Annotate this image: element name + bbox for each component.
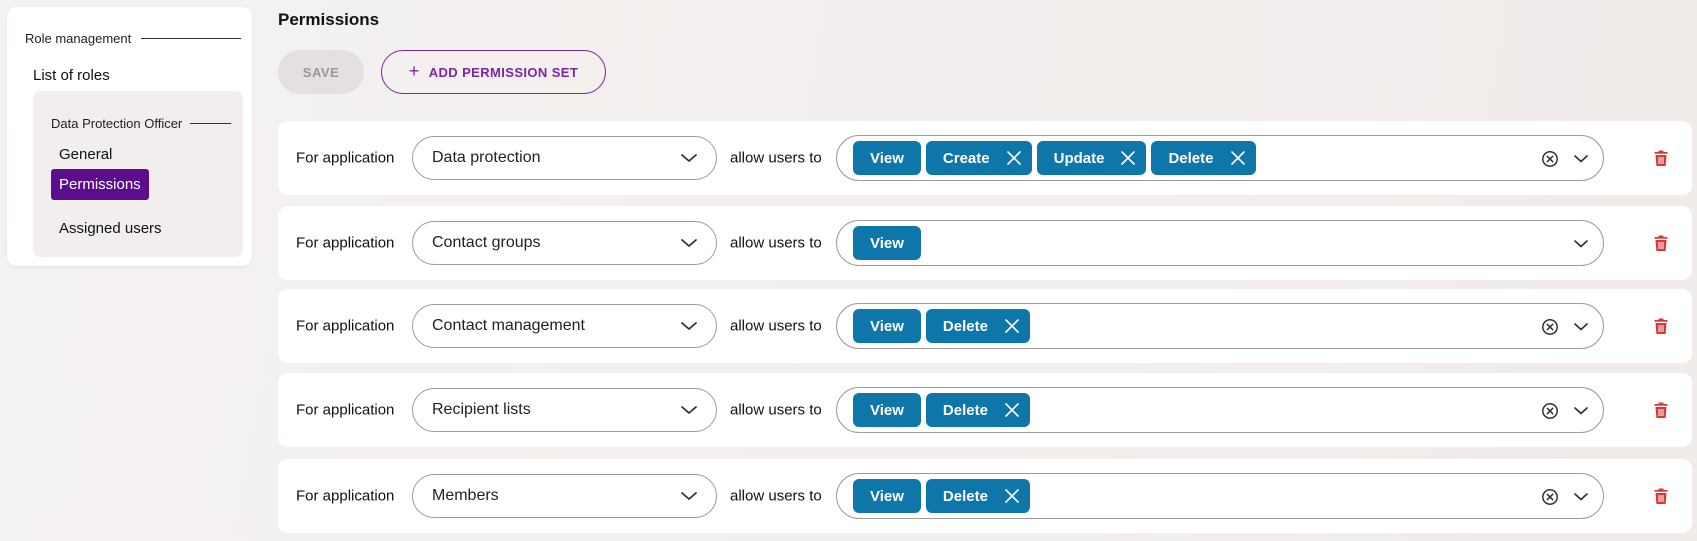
permission-chip-label: View — [870, 234, 904, 252]
trash-icon[interactable] — [1653, 401, 1669, 419]
divider — [190, 123, 231, 124]
trash-icon[interactable] — [1653, 487, 1669, 505]
permission-chip[interactable]: Create — [925, 141, 1032, 175]
permission-chip[interactable]: Delete — [1151, 141, 1256, 175]
sidebar-item-general[interactable]: General — [51, 139, 120, 170]
chevron-down-icon[interactable] — [1573, 404, 1589, 422]
permission-row: For application Contact groups allow use… — [278, 206, 1692, 280]
sidebar-item-list-of-roles[interactable]: List of roles — [33, 67, 110, 84]
permission-chip[interactable]: View — [853, 141, 921, 175]
permissions-multiselect[interactable]: View — [836, 220, 1604, 266]
permission-chip-label: Create — [942, 149, 990, 167]
for-application-label: For application — [296, 234, 395, 252]
permission-chip[interactable]: View — [853, 226, 921, 260]
role-title-header: Data Protection Officer — [51, 116, 231, 131]
permissions-multiselect[interactable]: View Create Update Delete — [836, 135, 1604, 181]
allow-users-label: allow users to — [730, 149, 822, 167]
application-select-value: Data protection — [432, 149, 541, 166]
remove-chip-icon[interactable] — [1006, 150, 1022, 166]
permission-chip[interactable]: Update — [1036, 141, 1147, 175]
permission-chip[interactable]: Delete — [925, 479, 1030, 513]
chevron-down-icon[interactable] — [1573, 490, 1589, 508]
chevron-down-icon[interactable] — [1573, 237, 1589, 255]
clear-circle-icon[interactable] — [1541, 402, 1559, 425]
plus-icon: + — [408, 60, 420, 81]
chevron-down-icon — [680, 151, 698, 169]
permissions-multiselect[interactable]: View Delete — [836, 387, 1604, 433]
for-application-label: For application — [296, 401, 395, 419]
permission-chip-label: View — [870, 487, 904, 505]
trash-icon[interactable] — [1653, 317, 1669, 335]
save-button[interactable]: SAVE — [278, 50, 364, 94]
sidebar-section-header: Role management — [25, 31, 241, 46]
permission-chip-label: View — [870, 317, 904, 335]
application-select[interactable]: Members — [412, 474, 717, 518]
remove-chip-icon[interactable] — [1004, 488, 1020, 504]
application-select-value: Contact management — [432, 317, 585, 334]
for-application-label: For application — [296, 317, 395, 335]
for-application-label: For application — [296, 149, 395, 167]
permission-chip-label: Delete — [942, 487, 988, 505]
remove-chip-icon[interactable] — [1004, 402, 1020, 418]
trash-icon[interactable] — [1653, 149, 1669, 167]
permissions-multiselect[interactable]: View Delete — [836, 303, 1604, 349]
permission-chip-label: Delete — [1168, 149, 1214, 167]
role-title: Data Protection Officer — [51, 116, 183, 131]
application-select-value: Recipient lists — [432, 401, 531, 418]
for-application-label: For application — [296, 487, 395, 505]
permission-chip[interactable]: Delete — [925, 393, 1030, 427]
divider — [141, 38, 241, 39]
permission-chip-label: View — [870, 149, 904, 167]
remove-chip-icon[interactable] — [1120, 150, 1136, 166]
remove-chip-icon[interactable] — [1004, 318, 1020, 334]
permission-chip-label: Update — [1053, 149, 1105, 167]
permission-row: For application Recipient lists allow us… — [278, 373, 1692, 447]
chevron-down-icon — [680, 319, 698, 337]
permission-chip[interactable]: View — [853, 393, 921, 427]
permission-row: For application Contact management allow… — [278, 289, 1692, 363]
application-select[interactable]: Recipient lists — [412, 388, 717, 432]
application-select[interactable]: Contact management — [412, 304, 717, 348]
sidebar-section-title: Role management — [25, 31, 132, 46]
clear-circle-icon[interactable] — [1541, 318, 1559, 341]
sidebar: Role management List of roles Data Prote… — [7, 7, 252, 266]
clear-circle-icon[interactable] — [1541, 488, 1559, 511]
add-permission-set-label: ADD PERMISSION SET — [428, 64, 579, 80]
trash-icon[interactable] — [1653, 234, 1669, 252]
application-select-value: Contact groups — [432, 234, 541, 251]
application-select-value: Members — [432, 487, 499, 504]
sidebar-item-assigned-users[interactable]: Assigned users — [51, 213, 170, 244]
chevron-down-icon — [680, 236, 698, 254]
permission-chip-label: View — [870, 401, 904, 419]
application-select[interactable]: Contact groups — [412, 221, 717, 265]
chevron-down-icon[interactable] — [1573, 152, 1589, 170]
sidebar-item-permissions[interactable]: Permissions — [51, 169, 149, 200]
add-permission-set-button[interactable]: + ADD PERMISSION SET — [381, 50, 606, 94]
permission-chip-label: Delete — [942, 401, 988, 419]
permission-row: For application Data protection allow us… — [278, 121, 1692, 195]
permission-chip[interactable]: View — [853, 479, 921, 513]
clear-circle-icon[interactable] — [1541, 150, 1559, 173]
chevron-down-icon[interactable] — [1573, 320, 1589, 338]
application-select[interactable]: Data protection — [412, 136, 717, 180]
allow-users-label: allow users to — [730, 401, 822, 419]
permission-chip[interactable]: Delete — [925, 309, 1030, 343]
allow-users-label: allow users to — [730, 487, 822, 505]
remove-chip-icon[interactable] — [1230, 150, 1246, 166]
permission-chip[interactable]: View — [853, 309, 921, 343]
allow-users-label: allow users to — [730, 234, 822, 252]
permission-row: For application Members allow users to V… — [278, 459, 1692, 533]
allow-users-label: allow users to — [730, 317, 822, 335]
chevron-down-icon — [680, 403, 698, 421]
permission-chip-label: Delete — [942, 317, 988, 335]
page-title: Permissions — [278, 10, 380, 29]
permissions-multiselect[interactable]: View Delete — [836, 473, 1604, 519]
chevron-down-icon — [680, 489, 698, 507]
role-submenu: Data Protection Officer General Permissi… — [33, 91, 243, 257]
